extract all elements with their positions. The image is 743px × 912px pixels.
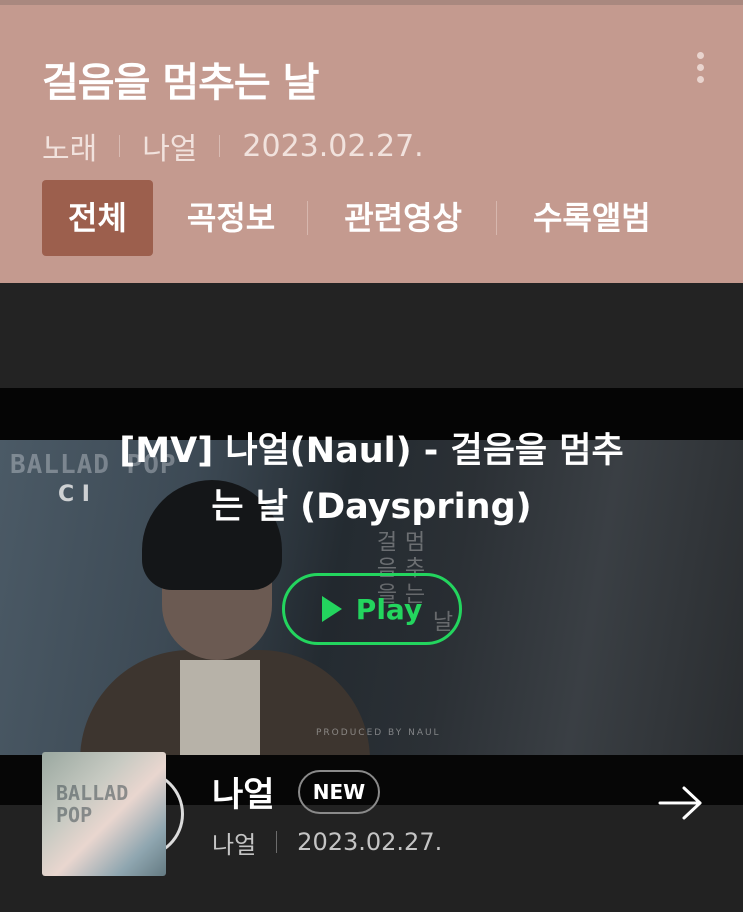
song-release-date: 2023.02.27. bbox=[242, 128, 424, 164]
artist-card[interactable]: BALLAD POP 나얼 NEW 나얼 2023.02.27. bbox=[0, 752, 743, 912]
album-thumbnail[interactable]: BALLAD POP bbox=[42, 752, 166, 876]
video-title[interactable]: [MV] 나얼(Naul) - 걸음을 멈추는 날 (Dayspring) bbox=[0, 423, 743, 535]
tab-song-info[interactable]: 곡정보 bbox=[153, 180, 307, 256]
song-artist-link[interactable]: 나얼 bbox=[142, 124, 197, 168]
header-top-border bbox=[0, 0, 743, 5]
play-label: Play bbox=[355, 592, 423, 626]
more-vertical-icon[interactable] bbox=[692, 52, 708, 88]
song-header: 걸음을 멈추는 날 노래 나얼 2023.02.27. 전체 곡정보 관련영상 … bbox=[0, 0, 743, 283]
produced-by-text: PRODUCED BY NAUL bbox=[316, 728, 441, 738]
tab-albums[interactable]: 수록앨범 bbox=[497, 180, 651, 256]
song-meta: 노래 나얼 2023.02.27. bbox=[42, 124, 424, 168]
song-title: 걸음을 멈추는 날 bbox=[42, 60, 319, 106]
artist-meta: 나얼 2023.02.27. bbox=[212, 827, 443, 859]
tab-all[interactable]: 전체 bbox=[42, 180, 153, 256]
arrow-right-icon[interactable] bbox=[658, 783, 704, 823]
meta-divider bbox=[276, 831, 278, 853]
music-video-card[interactable]: BALLAD POP C I 걸음을 멈추는 날 PRODUCED BY NAU… bbox=[0, 283, 743, 912]
artist-sub-name: 나얼 bbox=[212, 830, 257, 859]
artist-name[interactable]: 나얼 bbox=[212, 767, 275, 816]
song-type: 노래 bbox=[42, 132, 98, 167]
play-button[interactable]: Play bbox=[282, 573, 462, 645]
tab-related-videos[interactable]: 관련영상 bbox=[308, 180, 496, 256]
tab-bar: 전체 곡정보 관련영상 수록앨범 bbox=[42, 180, 651, 256]
play-icon bbox=[321, 596, 342, 622]
meta-divider bbox=[119, 135, 121, 157]
new-badge: NEW bbox=[298, 770, 380, 814]
meta-divider bbox=[219, 135, 221, 157]
album-art-text: BALLAD POP bbox=[56, 781, 129, 827]
artist-date: 2023.02.27. bbox=[297, 828, 443, 856]
